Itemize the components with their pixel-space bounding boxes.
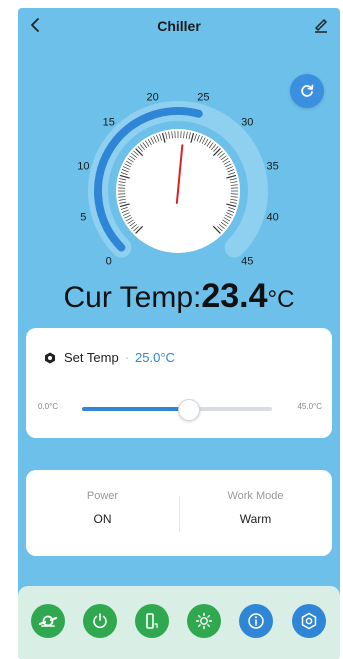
gauge-tick-label: 0: [106, 255, 112, 267]
work-mode-status[interactable]: Work Mode Warm: [179, 490, 332, 526]
set-temp-value: 25.0°C: [135, 350, 175, 365]
pump-button[interactable]: [31, 604, 65, 638]
work-mode-label: Work Mode: [227, 490, 284, 502]
info-icon: [248, 613, 264, 629]
page-title: Chiller: [157, 18, 201, 34]
current-temp-value: 23.4: [201, 277, 268, 315]
power-icon: [93, 613, 107, 629]
work-mode-value: Warm: [239, 512, 272, 526]
gauge-tick-label: 20: [147, 91, 159, 103]
slider-thumb[interactable]: [177, 399, 200, 421]
current-temperature: Cur Temp:23.4°C: [18, 277, 340, 316]
gauge-tick-label: 30: [241, 117, 253, 129]
app-screen: Chiller 0 5 10 15 20 25 30 35 40 45 Cur Temp:23.4…: [18, 8, 340, 659]
power-label: Power: [86, 490, 119, 502]
gear-icon: [301, 612, 317, 630]
current-temp-label: Cur Temp:: [63, 281, 202, 314]
pump-icon: [38, 615, 58, 627]
set-temp-row: Set Temp · 25.0°C: [44, 350, 175, 365]
edit-button[interactable]: [310, 14, 332, 36]
level-icon: [146, 613, 158, 629]
gauge-tick-label: 10: [77, 161, 89, 173]
info-button[interactable]: [239, 604, 273, 638]
gauge-tick-label: 40: [267, 211, 279, 223]
light-button[interactable]: [187, 604, 221, 638]
hexagon-icon: [45, 352, 55, 363]
pencil-icon: [314, 18, 328, 33]
status-card: Power ON Work Mode Warm: [26, 470, 332, 556]
power-button[interactable]: [83, 604, 117, 638]
sun-icon: [195, 612, 213, 630]
temperature-gauge: 0 5 10 15 20 25 30 35 40 45: [77, 91, 279, 267]
current-temp-unit: °C: [267, 286, 295, 313]
level-button[interactable]: [135, 604, 169, 638]
gauge-tick-label: 35: [267, 161, 279, 173]
slider-fill: [82, 407, 188, 411]
gauge-tick-label: 15: [103, 117, 115, 129]
set-temp-slider[interactable]: [82, 399, 272, 421]
power-value: ON: [93, 512, 112, 526]
gauge-tick-label: 25: [197, 91, 209, 103]
set-temp-separator: ·: [124, 350, 130, 365]
settings-button[interactable]: [292, 604, 326, 638]
top-bar: Chiller: [18, 8, 340, 42]
gauge-tick-label: 5: [80, 211, 86, 223]
slider-max-label: 45.0°C: [297, 402, 322, 411]
set-temp-label: Set Temp: [64, 350, 119, 365]
bottom-action-bar: [18, 586, 340, 659]
power-status[interactable]: Power ON: [26, 490, 179, 526]
set-temp-card: Set Temp · 25.0°C 0.0°C 45.0°C: [26, 328, 332, 438]
slider-min-label: 0.0°C: [38, 402, 59, 411]
gauge-tick-label: 45: [241, 255, 253, 267]
